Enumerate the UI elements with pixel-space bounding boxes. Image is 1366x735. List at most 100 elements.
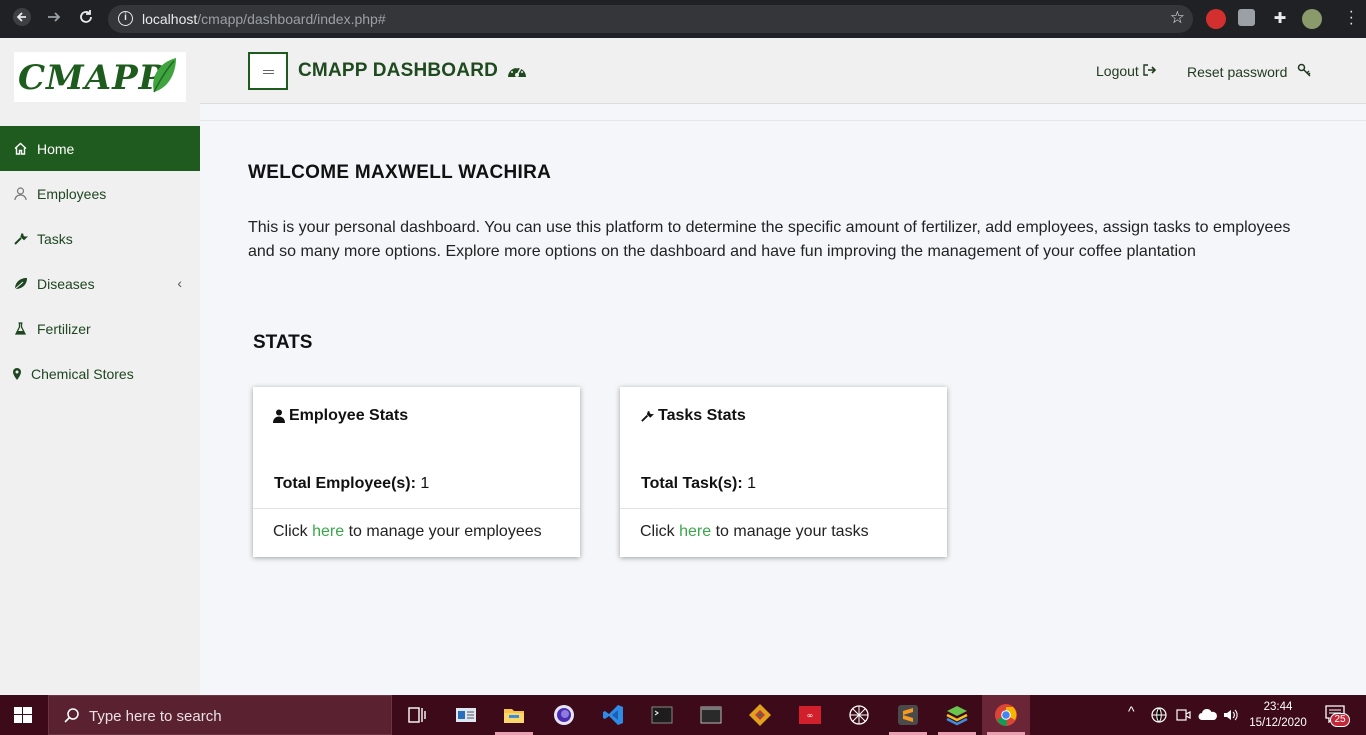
map-marker-icon bbox=[12, 366, 22, 382]
stat-label: Total Task(s): bbox=[641, 475, 743, 492]
search-placeholder: Type here to search bbox=[89, 708, 222, 725]
sublime-text-icon[interactable] bbox=[896, 703, 920, 727]
key-icon bbox=[1298, 63, 1311, 77]
stat-value: 1 bbox=[747, 475, 756, 492]
clock-time: 23:44 bbox=[1263, 701, 1293, 713]
sidebar-item-diseases[interactable]: Diseases ‹ bbox=[0, 261, 200, 306]
forward-arrow-icon bbox=[48, 12, 61, 22]
sidebar-item-label: Employees bbox=[37, 185, 107, 202]
browser-menu-icon[interactable]: · · · bbox=[1349, 4, 1354, 32]
back-arrow-icon bbox=[13, 8, 31, 26]
logout-icon bbox=[1143, 64, 1156, 76]
card-title-text: Tasks Stats bbox=[658, 407, 746, 424]
footer-pre: Click bbox=[640, 523, 675, 540]
forward-button[interactable] bbox=[42, 8, 66, 30]
intro-paragraph: This is your personal dashboard. You can… bbox=[248, 219, 1291, 260]
tasks-stats-card: Tasks Stats Total Task(s): 1 Click here … bbox=[620, 387, 947, 557]
console-window-icon[interactable] bbox=[699, 703, 723, 727]
windows-start-icon[interactable] bbox=[14, 707, 32, 723]
employee-stats-card: Employee Stats Total Employee(s): 1 Clic… bbox=[253, 387, 580, 557]
taskbar-search-box[interactable]: Type here to search bbox=[48, 695, 392, 735]
vscode-icon[interactable] bbox=[601, 703, 625, 727]
git-client-icon[interactable] bbox=[748, 703, 772, 727]
address-bar[interactable]: i localhost/cmapp/dashboard/index.php# ☆ bbox=[108, 5, 1193, 33]
profile-avatar[interactable] bbox=[1302, 9, 1322, 29]
search-icon bbox=[64, 708, 79, 723]
file-explorer-icon[interactable] bbox=[502, 703, 526, 727]
app-header: CMAPP DASHBOARD Logout Reset password bbox=[200, 38, 1366, 104]
sidebar: CMAPP Home Employees Tasks Diseases ‹ Fe… bbox=[0, 38, 200, 695]
flask-icon bbox=[12, 321, 28, 337]
stat-label: Total Employee(s): bbox=[274, 475, 416, 492]
terminal-icon[interactable] bbox=[650, 703, 674, 727]
chevron-up-icon[interactable]: ^ bbox=[1128, 703, 1135, 719]
total-employees-stat: Total Employee(s): 1 bbox=[274, 475, 429, 493]
footer-post: to manage your tasks bbox=[715, 523, 869, 540]
stat-value: 1 bbox=[420, 475, 430, 492]
url-host: localhost bbox=[142, 11, 198, 27]
sidebar-item-tasks[interactable]: Tasks bbox=[0, 216, 200, 261]
card-footer: Click here to manage your tasks bbox=[640, 523, 869, 541]
sidebar-nav: Home Employees Tasks Diseases ‹ Fertiliz… bbox=[0, 126, 200, 396]
url-text: localhost/cmapp/dashboard/index.php# bbox=[142, 11, 386, 27]
total-tasks-stat: Total Task(s): 1 bbox=[641, 475, 756, 493]
wrench-icon bbox=[12, 231, 28, 247]
home-icon bbox=[12, 141, 28, 157]
adblock-extension-icon[interactable] bbox=[1206, 9, 1226, 29]
chevron-left-icon[interactable]: ‹ bbox=[177, 275, 182, 291]
welcome-prefix: WELCOME bbox=[248, 162, 350, 183]
download-extension-icon[interactable] bbox=[1238, 9, 1255, 26]
card-divider bbox=[620, 508, 947, 509]
network-tool-icon[interactable] bbox=[847, 703, 871, 727]
card-divider bbox=[253, 508, 580, 509]
news-app-icon[interactable] bbox=[454, 703, 478, 727]
sidebar-item-chemical-stores[interactable]: Chemical Stores bbox=[0, 351, 200, 396]
language-globe-icon[interactable] bbox=[1150, 706, 1168, 724]
reload-icon bbox=[80, 10, 92, 23]
system-clock[interactable]: 23:44 15/12/2020 bbox=[1248, 699, 1308, 731]
reset-password-label: Reset password bbox=[1187, 64, 1288, 80]
logout-link[interactable]: Logout bbox=[1096, 63, 1157, 79]
sidebar-item-label: Fertilizer bbox=[37, 320, 91, 337]
meet-now-icon[interactable] bbox=[1175, 706, 1191, 724]
sidebar-item-home[interactable]: Home bbox=[0, 126, 200, 171]
stats-heading: STATS bbox=[253, 332, 313, 353]
cmapp-logo[interactable]: CMAPP bbox=[14, 52, 186, 102]
dashboard-gauge-icon bbox=[508, 66, 526, 77]
onedrive-cloud-icon[interactable] bbox=[1198, 707, 1218, 723]
card-title-text: Employee Stats bbox=[289, 407, 409, 424]
user-name: MAXWELL WACHIRA bbox=[354, 162, 552, 183]
manage-employees-link[interactable]: here bbox=[312, 523, 344, 540]
footer-pre: Click bbox=[273, 523, 308, 540]
windows-taskbar: Type here to search ∞ ^ 23:44 15/12/2020… bbox=[0, 695, 1366, 735]
leaf-logo-icon bbox=[153, 58, 176, 93]
header-divider bbox=[200, 120, 1366, 121]
card-footer: Click here to manage your employees bbox=[273, 523, 542, 541]
user-solid-icon bbox=[273, 409, 285, 423]
sidebar-item-employees[interactable]: Employees bbox=[0, 171, 200, 216]
page-title: CMAPP DASHBOARD bbox=[298, 60, 499, 81]
back-button[interactable] bbox=[10, 8, 34, 30]
leaf-icon bbox=[12, 276, 28, 292]
manage-tasks-link[interactable]: here bbox=[679, 523, 711, 540]
sidebar-item-fertilizer[interactable]: Fertilizer bbox=[0, 306, 200, 351]
site-info-icon[interactable]: i bbox=[118, 11, 133, 26]
sidebar-toggle-button[interactable] bbox=[248, 52, 288, 90]
user-icon bbox=[12, 186, 28, 202]
card-title: Tasks Stats bbox=[640, 407, 746, 425]
arduino-icon[interactable]: ∞ bbox=[798, 703, 822, 727]
extensions-puzzle-icon[interactable]: ✚ bbox=[1270, 9, 1290, 29]
wrench-icon bbox=[640, 409, 654, 423]
volume-icon[interactable] bbox=[1222, 706, 1240, 724]
task-view-icon[interactable] bbox=[405, 703, 429, 727]
bookmark-star-icon[interactable]: ☆ bbox=[1170, 8, 1185, 28]
sidebar-item-label: Home bbox=[37, 140, 75, 157]
chrome-icon[interactable] bbox=[994, 703, 1018, 727]
reset-password-link[interactable]: Reset password bbox=[1187, 63, 1311, 80]
svg-text:∞: ∞ bbox=[807, 711, 814, 720]
notification-count-badge: 25 bbox=[1330, 713, 1350, 727]
reload-button[interactable] bbox=[74, 8, 98, 30]
browser-app-icon[interactable] bbox=[552, 703, 576, 727]
bluestacks-icon[interactable] bbox=[945, 703, 969, 727]
welcome-heading: WELCOME MAXWELL WACHIRA bbox=[248, 162, 551, 184]
